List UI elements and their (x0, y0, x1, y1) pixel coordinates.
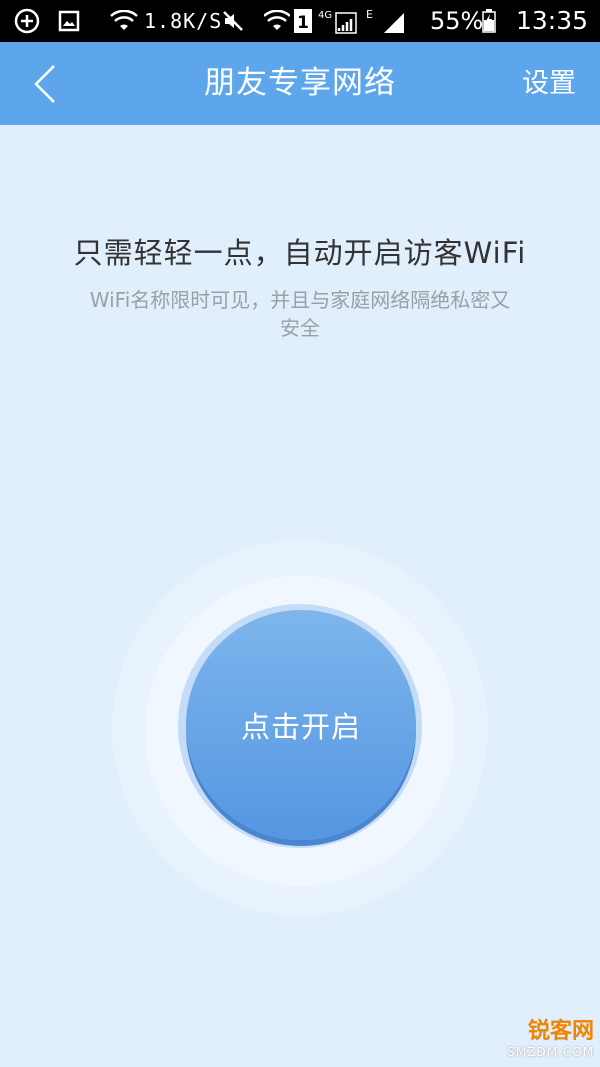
start-button-label: 点击开启 (240, 710, 361, 744)
watermark-logo: 锐客网 (527, 1019, 594, 1044)
image-icon (58, 10, 80, 32)
page-title: 朋友专享网络 (204, 65, 396, 101)
signal-e-icon: E (366, 7, 406, 35)
add-circle-icon (14, 8, 40, 34)
description: WiFi名称限时可见，并且与家庭网络隔绝私密又安全 (89, 288, 511, 340)
battery-icon (482, 9, 496, 33)
svg-text:E: E (366, 8, 373, 21)
watermark: 锐客网 SMZDM.COM (507, 1013, 594, 1059)
signal-4g-icon: 4G (318, 7, 358, 35)
wifi-signal-icon (264, 10, 291, 32)
sim-1-icon: 1 (294, 9, 313, 33)
status-bar-left: 1.8K/S 1 4G E (14, 0, 406, 42)
watermark-site: SMZDM.COM (507, 1045, 594, 1059)
status-bar: 1.8K/S 1 4G E 55% 13:35 (0, 0, 600, 42)
svg-text:1: 1 (297, 13, 309, 33)
start-guest-wifi-button[interactable]: 点击开启 (186, 610, 416, 840)
mute-icon (222, 10, 244, 32)
wifi-icon (110, 10, 138, 32)
clock: 13:35 (515, 6, 588, 35)
settings-button[interactable]: 设置 (522, 42, 576, 125)
headline: 只需轻轻一点，自动开启访客WiFi (73, 236, 527, 270)
battery-percent: 55% (430, 7, 484, 35)
network-speed: 1.8K/S (144, 9, 223, 33)
svg-text:4G: 4G (318, 10, 332, 21)
app-header: 朋友专享网络 设置 (0, 42, 600, 125)
